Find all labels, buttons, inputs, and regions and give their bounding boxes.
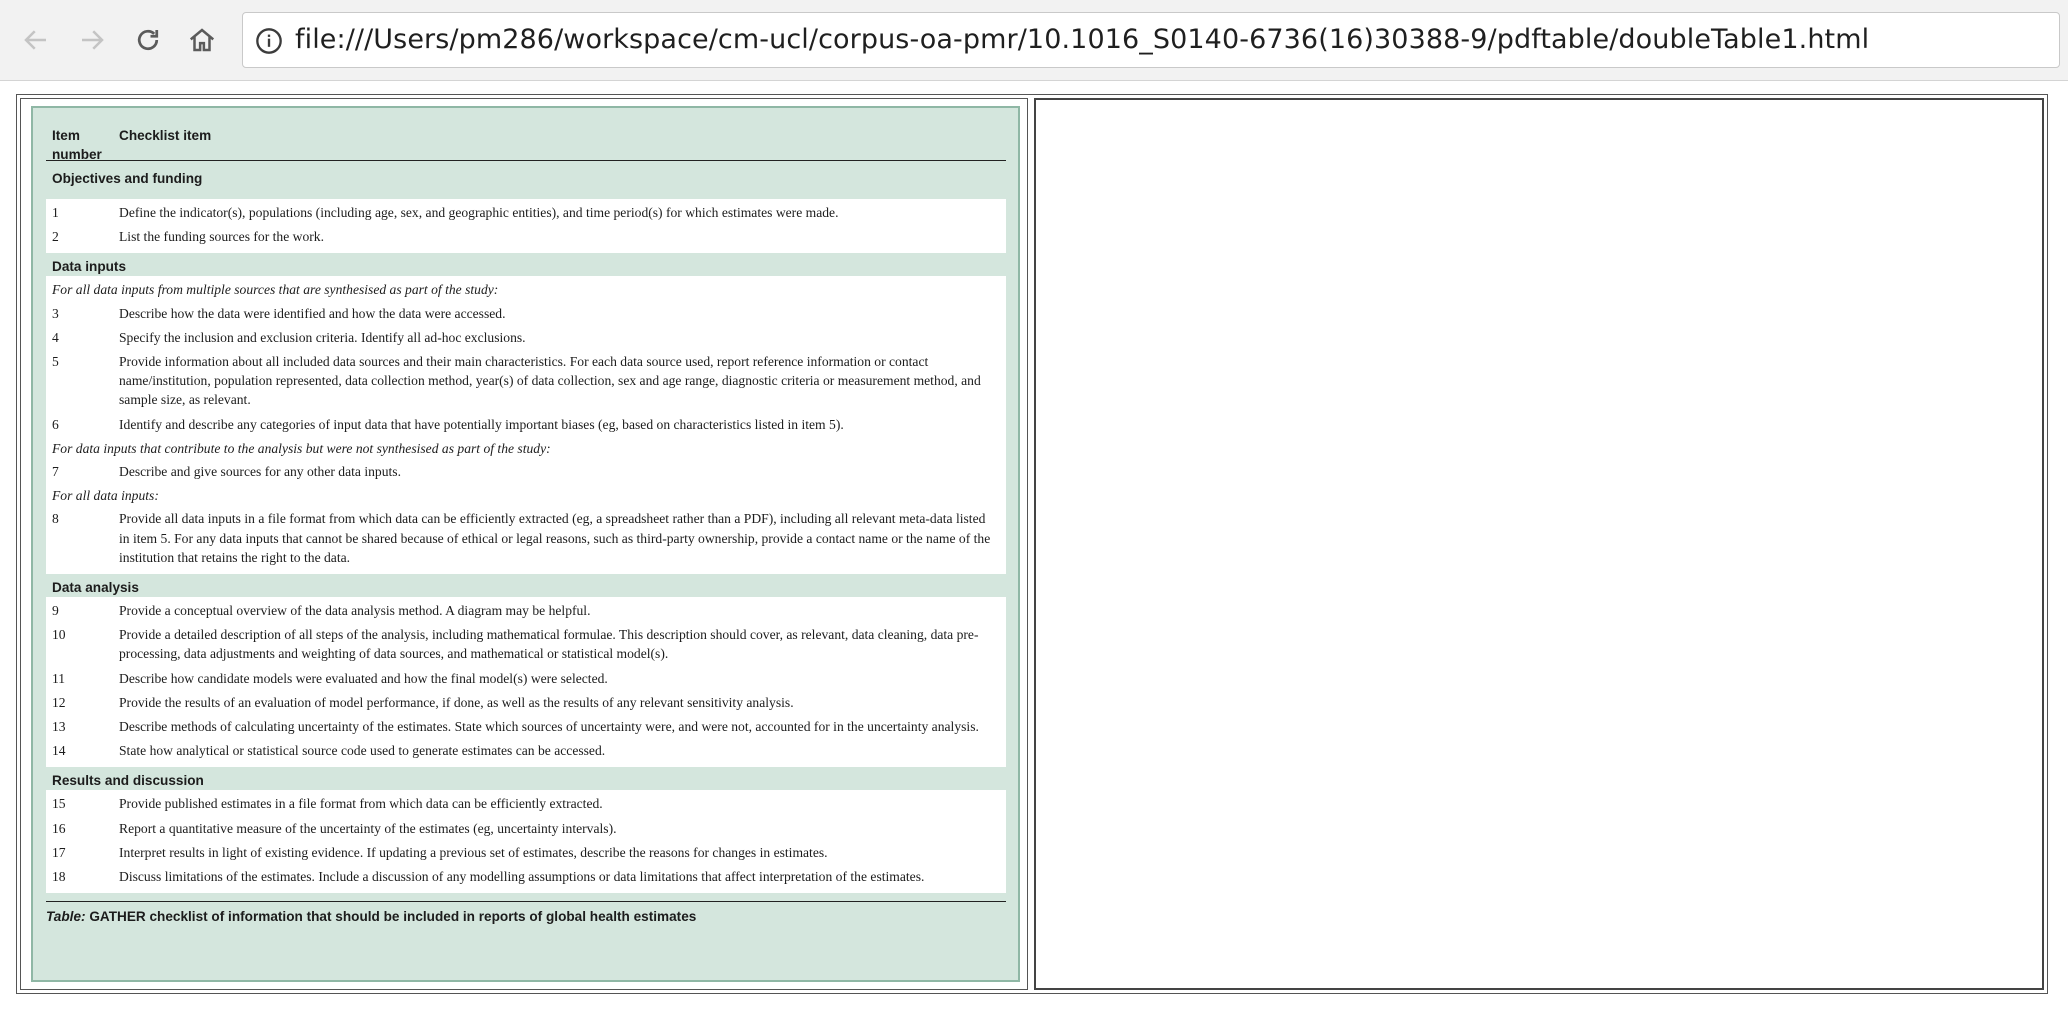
item-number: 1	[52, 205, 59, 220]
table-row: 18 Discuss limitations of the estimates. …	[46, 865, 1006, 889]
header-item-label: Item	[52, 128, 80, 143]
table-row: 14 State how analytical or statistical so…	[46, 739, 1006, 763]
checklist-text: Provide published estimates in a file fo…	[119, 796, 603, 812]
reload-icon	[137, 29, 159, 51]
info-icon[interactable]	[255, 27, 283, 55]
table-row: 17 Interpret results in light of existing…	[46, 841, 1006, 865]
table-row: 3 Describe how the data were identified a…	[46, 302, 1006, 326]
item-number: 17	[52, 844, 66, 860]
item-number: 8	[52, 511, 59, 527]
reload-button[interactable]	[128, 20, 168, 60]
table-row: 10 Provide a detailed description of all …	[46, 623, 1006, 666]
browser-toolbar: file:///Users/pm286/workspace/cm-ucl/cor…	[0, 0, 2068, 81]
item-number: 2	[52, 229, 59, 245]
forward-button[interactable]	[72, 20, 112, 60]
checklist-text: Describe how the data were identified an…	[119, 305, 506, 321]
table-row: 4 Specify the inclusion and exclusion cri…	[46, 326, 1006, 350]
checklist-text: Describe methods of calculating uncertai…	[119, 719, 979, 735]
table-body: Objectives and funding 1 Define the indica…	[46, 161, 1006, 894]
header-checklist-item: Checklist item	[119, 128, 212, 143]
section-block: For all data inputs from multiple source…	[46, 276, 1006, 575]
table-row: 11 Describe how candidate models were eva…	[46, 667, 1006, 691]
address-bar[interactable]: file:///Users/pm286/workspace/cm-ucl/cor…	[242, 12, 2060, 68]
table-row: 6 Identify and describe any categories of…	[46, 413, 1006, 437]
checklist-text: Interpret results in light of existing e…	[119, 844, 828, 860]
url-text: file:///Users/pm286/workspace/cm-ucl/cor…	[295, 24, 1870, 55]
checklist-text: Define the indicator(s), populations (in…	[119, 205, 839, 220]
table-caption: Table: GATHER checklist of information t…	[46, 901, 1006, 926]
item-number: 7	[52, 464, 59, 480]
item-number: 3	[52, 305, 59, 321]
item-number: 4	[52, 329, 59, 345]
checklist-text: Provide information about all included d…	[119, 354, 981, 408]
checklist-text: Provide a conceptual overview of the dat…	[119, 603, 591, 619]
section-block: 1 Define the indicator(s), populations (i…	[46, 199, 1006, 254]
table-row: 1 Define the indicator(s), populations (i…	[46, 201, 1006, 225]
table-panel: Item number Checklist item Objectives an…	[31, 106, 1020, 982]
checklist-text: Discuss limitations of the estimates. In…	[119, 869, 925, 885]
checklist-text: Specify the inclusion and exclusion crit…	[119, 329, 526, 345]
section-heading: Results and discussion	[52, 773, 204, 789]
header-number-label: number	[52, 147, 102, 162]
table-row: 7 Describe and give sources for any other…	[46, 460, 1006, 484]
table-row: 16 Report a quantitative measure of the u…	[46, 817, 1006, 841]
item-number: 12	[52, 694, 66, 710]
table-row: 2 List the funding sources for the work.	[46, 225, 1006, 249]
checklist-text: Provide the results of an evaluation of …	[119, 694, 794, 710]
checklist-text: Report a quantitative measure of the unc…	[119, 820, 617, 836]
table-row: 5 Provide information about all included …	[46, 350, 1006, 413]
caption-label: Table:	[46, 909, 86, 925]
item-number: 13	[52, 719, 66, 735]
section-heading: Data inputs	[52, 259, 127, 275]
item-number: 16	[52, 820, 66, 836]
section-block: 15 Provide published estimates in a file …	[46, 790, 1006, 894]
item-number: 10	[52, 627, 66, 643]
checklist-text: Describe and give sources for any other …	[119, 464, 401, 480]
section-heading: Objectives and funding	[52, 171, 203, 186]
forward-arrow-icon	[82, 30, 104, 50]
subsection-note: For all data inputs:	[52, 488, 159, 504]
home-button[interactable]	[182, 20, 222, 60]
table-header: Item number Checklist item	[46, 118, 1006, 162]
checklist-text: Describe how candidate models were evalu…	[119, 670, 608, 686]
table-row: 9 Provide a conceptual overview of the da…	[46, 599, 1006, 623]
item-number: 5	[52, 354, 59, 370]
checklist-text: List the funding sources for the work.	[119, 229, 324, 245]
table-row: 8 Provide all data inputs in a file forma…	[46, 507, 1006, 570]
table-row: 13 Describe methods of calculating uncert…	[46, 715, 1006, 739]
item-number: 6	[52, 416, 59, 432]
subsection-note: For all data inputs from multiple source…	[52, 282, 499, 298]
table-row: 12 Provide the results of an evaluation o…	[46, 691, 1006, 715]
item-number: 9	[52, 603, 59, 619]
checklist-text: State how analytical or statistical sour…	[119, 743, 606, 759]
section-heading: Data analysis	[52, 580, 139, 596]
checklist-table: Item number Checklist item Objectives an…	[46, 118, 1006, 926]
item-number: 15	[52, 796, 66, 812]
item-number: 11	[52, 670, 66, 686]
home-icon	[189, 28, 215, 52]
checklist-text: Provide a detailed description of all st…	[119, 627, 979, 662]
checklist-text: Identify and describe any categories of …	[119, 416, 844, 432]
back-button[interactable]	[16, 20, 56, 60]
section-block: 9 Provide a conceptual overview of the da…	[46, 597, 1006, 768]
subsection-note: For data inputs that contribute to the a…	[52, 440, 551, 456]
item-number: 14	[52, 743, 66, 759]
item-number: 18	[52, 869, 66, 885]
checklist-text: Provide all data inputs in a file format…	[119, 511, 991, 565]
back-arrow-icon	[24, 30, 46, 50]
table-row: 15 Provide published estimates in a file …	[46, 792, 1006, 816]
header-item-number: Item number	[46, 126, 119, 162]
caption-text: GATHER checklist of information that sho…	[89, 909, 697, 925]
right-empty-frame	[1034, 98, 2044, 990]
